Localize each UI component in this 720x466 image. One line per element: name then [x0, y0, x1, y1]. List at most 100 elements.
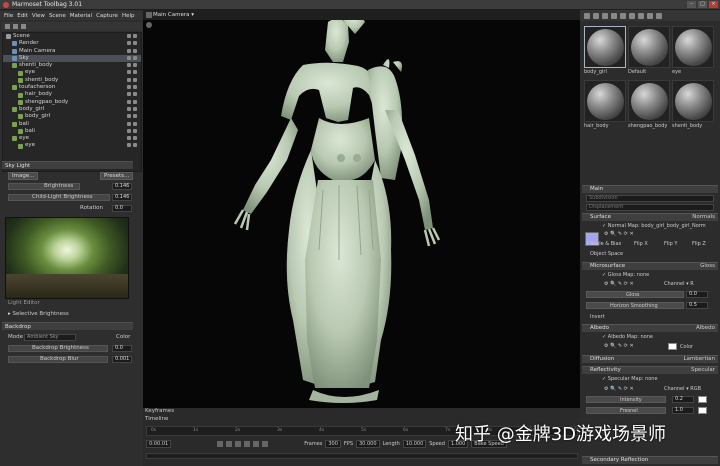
lock-icon[interactable]: [127, 121, 131, 126]
displacement-select[interactable]: Displacement: [586, 204, 714, 211]
lock-icon[interactable]: [127, 63, 131, 68]
light-editor-label[interactable]: Light Editor: [8, 300, 40, 307]
current-time-field[interactable]: 0:00.01: [146, 440, 172, 448]
outliner-item[interactable]: body_girl: [3, 106, 141, 113]
backdrop-header[interactable]: Backdrop: [2, 322, 133, 330]
outliner-item[interactable]: eye: [3, 69, 141, 76]
sky-image-button[interactable]: Image...: [8, 172, 39, 180]
diffusion-mode-select[interactable]: Lambertian: [684, 356, 715, 363]
pick-material-icon[interactable]: [638, 12, 644, 19]
invert-check[interactable]: Invert: [590, 314, 605, 320]
visibility-toggle[interactable]: [127, 121, 139, 127]
material-hair-body[interactable]: [584, 80, 626, 122]
lock-icon[interactable]: [127, 85, 131, 90]
eye-icon[interactable]: [133, 92, 137, 97]
outliner-item[interactable]: bali: [3, 121, 141, 128]
child-brightness-field[interactable]: 0.146: [112, 194, 132, 201]
lock-icon[interactable]: [127, 77, 131, 82]
lock-icon[interactable]: [127, 92, 131, 97]
menu-scene[interactable]: Scene: [49, 13, 66, 19]
outliner-item[interactable]: Main Camera: [3, 48, 141, 55]
selective-brightness-toggle[interactable]: ▸ Selective Brightness: [8, 311, 69, 318]
maximize-button[interactable]: □: [698, 1, 707, 8]
flip-y-check[interactable]: Flip Y: [664, 241, 677, 247]
menu-edit[interactable]: Edit: [17, 13, 28, 19]
outliner-item[interactable]: Scene: [3, 33, 141, 40]
material-default[interactable]: [628, 26, 670, 68]
reflectivity-mode-select[interactable]: Specular: [691, 367, 715, 374]
lock-icon[interactable]: [127, 70, 131, 75]
lock-icon[interactable]: [127, 41, 131, 46]
eye-icon[interactable]: [133, 55, 137, 60]
keyframe-track[interactable]: [146, 453, 578, 459]
delete-material-icon[interactable]: [602, 12, 608, 19]
material-shengpao-body[interactable]: [628, 80, 670, 122]
open-material-icon[interactable]: [611, 12, 617, 19]
sky-panorama-preview[interactable]: [5, 217, 129, 299]
lock-icon[interactable]: [127, 106, 131, 111]
3d-viewport[interactable]: [143, 10, 580, 408]
horizon-smoothing-field[interactable]: 0.5: [686, 302, 708, 309]
save-material-icon[interactable]: [620, 12, 626, 19]
sky-presets-button[interactable]: Presets...: [100, 172, 134, 180]
sky-light-header[interactable]: Sky Light: [2, 161, 133, 169]
outliner-item[interactable]: shengpao_body: [3, 99, 141, 106]
mode-select[interactable]: Ambient Sky: [24, 334, 76, 341]
menu-capture[interactable]: Capture: [96, 13, 118, 19]
lock-icon[interactable]: [127, 143, 131, 148]
specular-map-file[interactable]: none: [645, 376, 657, 382]
reflectivity-section-header[interactable]: Reflectivity Specular: [582, 366, 718, 374]
outliner-item[interactable]: shenti_body: [3, 62, 141, 69]
outliner-item[interactable]: shenti_body: [3, 77, 141, 84]
outliner-item[interactable]: eye: [3, 135, 141, 142]
eye-icon[interactable]: [133, 77, 137, 82]
visibility-toggle[interactable]: [127, 77, 139, 83]
visibility-toggle[interactable]: [127, 143, 139, 148]
material-shenti-body[interactable]: [672, 80, 714, 122]
spec-channel-select[interactable]: RGB: [690, 386, 701, 392]
lock-icon[interactable]: [127, 99, 131, 104]
close-button[interactable]: ×: [709, 1, 718, 8]
microsurface-mode-select[interactable]: Gloss: [700, 263, 715, 270]
step-back-icon[interactable]: [235, 441, 242, 447]
folder-icon[interactable]: [21, 24, 26, 29]
gloss-field[interactable]: 0.0: [686, 291, 708, 298]
eye-icon[interactable]: [133, 34, 137, 38]
specular-color-swatch[interactable]: [698, 396, 707, 403]
channel-select[interactable]: R: [690, 281, 693, 287]
lock-icon[interactable]: [127, 48, 131, 53]
diffusion-section-header[interactable]: Diffusion Lambertian: [582, 355, 718, 363]
eye-icon[interactable]: [133, 41, 137, 46]
eye-icon[interactable]: [133, 99, 137, 104]
visibility-toggle[interactable]: [127, 99, 139, 105]
eye-icon[interactable]: [133, 70, 137, 75]
outliner-item[interactable]: Sky: [3, 54, 141, 63]
secondary-reflection-header[interactable]: Secondary Reflection: [582, 456, 718, 464]
play-icon[interactable]: [244, 441, 251, 447]
eye-icon[interactable]: [133, 121, 137, 126]
step-forward-icon[interactable]: [253, 441, 260, 447]
outliner-item[interactable]: toufacherson: [3, 84, 141, 91]
visibility-toggle[interactable]: [127, 41, 139, 46]
eye-icon[interactable]: [133, 85, 137, 90]
eye-icon[interactable]: [133, 106, 137, 111]
menu-help[interactable]: Help: [122, 13, 135, 19]
camera-select[interactable]: Main Camera ▾: [153, 12, 194, 18]
normal-map-file[interactable]: body_girl_body_girl_Norm: [641, 223, 705, 229]
new-material-icon[interactable]: [584, 12, 590, 19]
timeline-label[interactable]: Timeline: [145, 416, 168, 422]
albedo-map-file[interactable]: none: [641, 334, 653, 340]
frames-field[interactable]: 300: [325, 440, 341, 448]
material-eye[interactable]: [672, 26, 714, 68]
visibility-toggle[interactable]: [127, 55, 139, 61]
surface-mode-select[interactable]: Normals: [692, 214, 715, 221]
eye-icon[interactable]: [133, 128, 137, 133]
library-icon[interactable]: [629, 12, 635, 19]
visibility-toggle[interactable]: [127, 114, 139, 119]
skip-forward-icon[interactable]: [262, 441, 269, 447]
outliner-item[interactable]: body_girl: [3, 113, 141, 120]
visibility-toggle[interactable]: [127, 85, 139, 90]
eye-icon[interactable]: [133, 63, 137, 68]
subdivision-select[interactable]: Subdivision: [586, 195, 714, 202]
outliner-item[interactable]: eye: [3, 142, 141, 149]
